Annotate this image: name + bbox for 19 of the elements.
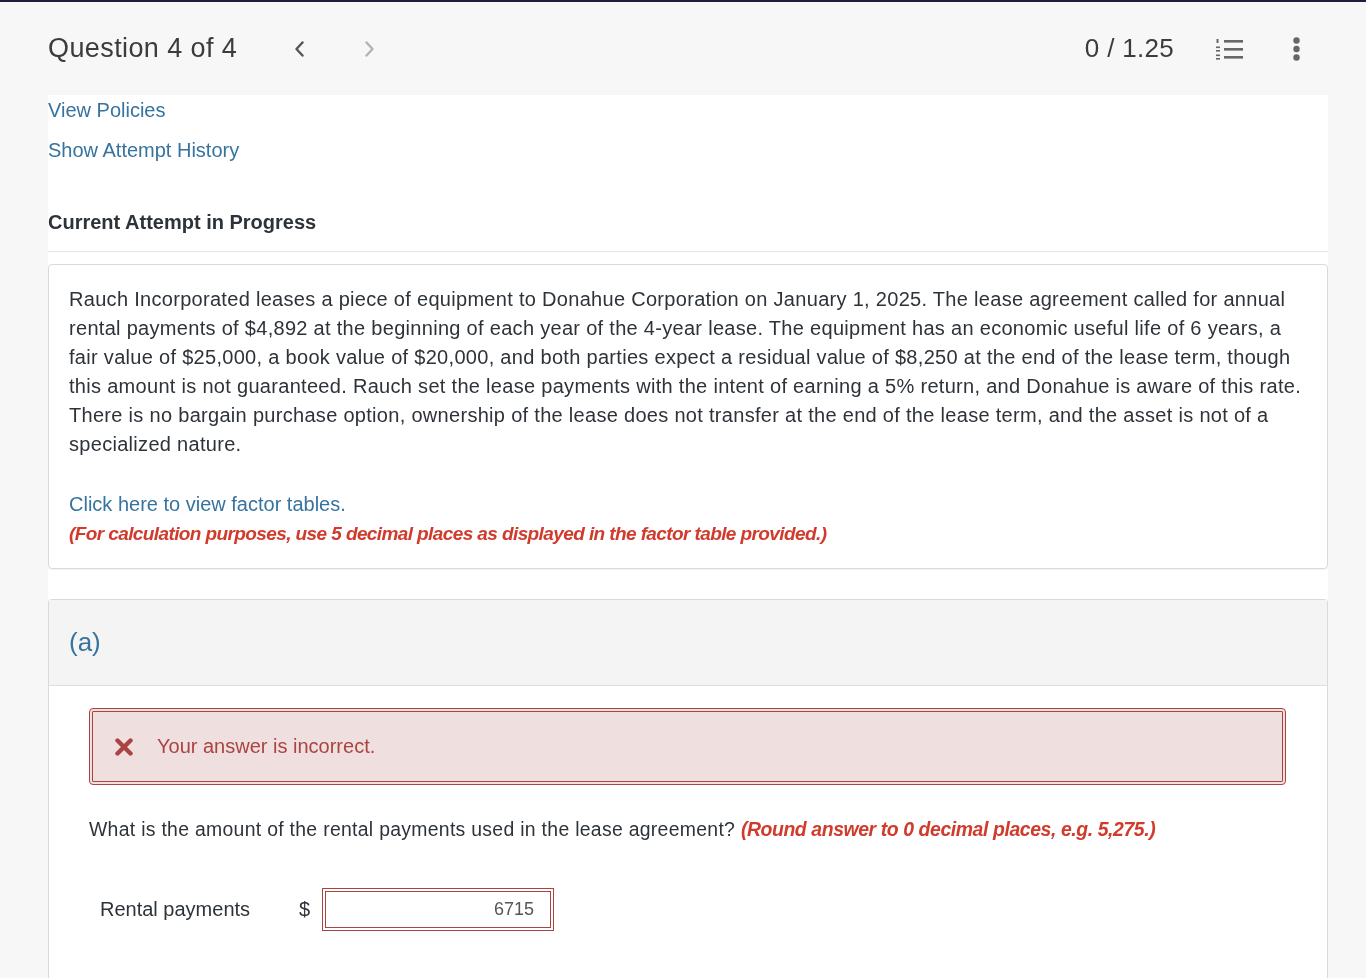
- chevron-left-icon: [295, 40, 305, 57]
- chevron-right-icon: [365, 40, 375, 57]
- calculation-note: (For calculation purposes, use 5 decimal places as displayed in the factor table provided.): [69, 522, 828, 546]
- feedback-text: Your answer is incorrect.: [157, 735, 376, 758]
- score-text: 0 / 1.25: [1084, 33, 1174, 64]
- kebab-menu-icon: [1293, 36, 1300, 61]
- part-question-text: What is the amount of the rental payments used in the lease agreement? (Round answer to 0 decimal places, e.g. 5,275.): [89, 817, 1157, 842]
- answer-label: Rental payments: [100, 898, 252, 921]
- question-counter: Question 4 of 4: [48, 33, 238, 64]
- factor-tables-link[interactable]: Click here to view factor tables.: [69, 490, 346, 519]
- part-label: (a): [69, 627, 101, 658]
- question-text: Rauch Incorporated leases a piece of equipment to Donahue Corporation on January 1, 2025. The lease agreement called for annual rental payments of $4,892 at the beginning of each year of the 4-year lease. The equipment has an economic useful life of 6 years, a fair value of $25,000, a book value of $20,000, and both parties expect a residual value of $8,250 at the end of the lease term, though this amount is not guaranteed. Rauch set the lease payments with the intent of earning a 5% return, and Donahue is aware of this rate. There is no bargain purchase option, ownership of the lease does not transfer at the end of the lease term, and the asset is not of a specialized nature.: [69, 287, 1303, 457]
- answer-field[interactable]: 6715: [322, 888, 554, 931]
- page-link[interactable]: View Policies: [48, 95, 166, 125]
- currency-symbol: $: [299, 898, 312, 921]
- page-link[interactable]: Show Attempt History: [48, 135, 240, 165]
- attempt-heading: Current Attempt in Progress: [48, 207, 1328, 252]
- cross-icon: [115, 737, 133, 756]
- numbered-list-icon: [1216, 37, 1243, 60]
